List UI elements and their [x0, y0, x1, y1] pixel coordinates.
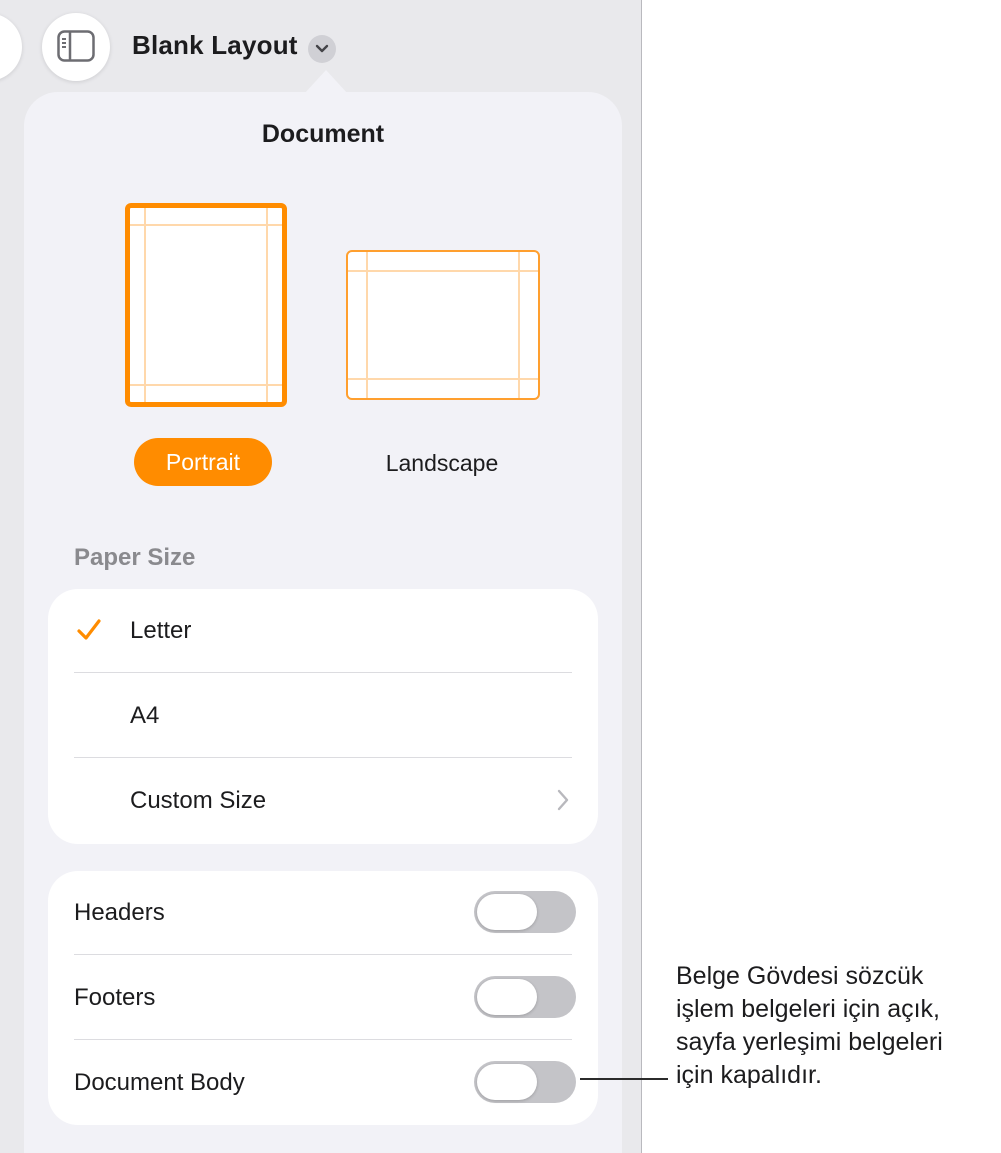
paper-size-option-a4[interactable]: A4 — [48, 674, 598, 758]
chevron-right-icon — [557, 789, 569, 811]
toggle-knob — [477, 894, 537, 930]
margin-guide — [348, 378, 538, 380]
headers-toggle[interactable] — [474, 891, 576, 933]
chevron-down-icon — [315, 44, 329, 53]
paper-size-label: Letter — [130, 617, 192, 644]
callout-line-1: Belge Gövdesi sözcük — [676, 962, 924, 990]
sidebar-toggle-button[interactable] — [42, 13, 110, 81]
callout-line-3: sayfa yerleşimi belgeleri — [676, 1028, 943, 1056]
portrait-button[interactable]: Portrait — [134, 438, 272, 486]
document-body-toggle[interactable] — [474, 1061, 576, 1103]
margin-guide — [518, 252, 520, 398]
footers-toggle[interactable] — [474, 976, 576, 1018]
paper-size-option-custom[interactable]: Custom Size — [48, 759, 598, 843]
callout-text: Belge Gövdesi sözcük işlem belgeleri içi… — [676, 960, 996, 1092]
margin-guide — [266, 208, 268, 402]
paper-size-option-letter[interactable]: Letter — [48, 589, 598, 673]
margin-guide — [144, 208, 146, 402]
margin-guide — [130, 224, 282, 226]
document-body-label: Document Body — [74, 1069, 245, 1096]
popover-arrow — [304, 70, 348, 94]
document-popover: Document Portrait Landscape Paper Size L… — [24, 92, 622, 1153]
paper-size-section-label: Paper Size — [74, 544, 196, 571]
divider — [74, 1039, 572, 1040]
divider — [74, 757, 572, 758]
sidebar-icon — [57, 30, 95, 62]
title-menu-button[interactable] — [308, 35, 336, 63]
headers-label: Headers — [74, 899, 165, 926]
document-body-row: Document Body — [48, 1041, 598, 1125]
document-title[interactable]: Blank Layout — [132, 30, 298, 61]
callout-leader-line — [580, 1078, 668, 1080]
footers-row: Footers — [48, 956, 598, 1040]
paper-size-label: Custom Size — [130, 787, 267, 814]
paper-size-label: A4 — [130, 702, 160, 729]
paper-size-list: Letter A4 Custom Size — [48, 589, 598, 844]
toggle-knob — [477, 979, 537, 1015]
back-button[interactable] — [0, 13, 22, 81]
toggle-knob — [477, 1064, 537, 1100]
divider — [74, 954, 572, 955]
checkmark-icon — [77, 619, 101, 640]
margin-guide — [366, 252, 368, 398]
callout-line-4: için kapalıdır. — [676, 1061, 822, 1089]
header-footer-body-list: Headers Footers Document Body — [48, 871, 598, 1125]
landscape-button[interactable]: Landscape — [354, 450, 530, 477]
callout-line-2: işlem belgeleri için açık, — [676, 995, 940, 1023]
margin-guide — [348, 270, 538, 272]
headers-row: Headers — [48, 871, 598, 955]
landscape-thumbnail[interactable] — [346, 250, 540, 400]
popover-title: Document — [261, 120, 385, 148]
portrait-thumbnail[interactable] — [125, 203, 287, 407]
divider — [74, 672, 572, 673]
ipad-screen: Blank Layout Document Portrait Landscape… — [0, 0, 642, 1153]
footers-label: Footers — [74, 984, 156, 1011]
margin-guide — [130, 384, 282, 386]
